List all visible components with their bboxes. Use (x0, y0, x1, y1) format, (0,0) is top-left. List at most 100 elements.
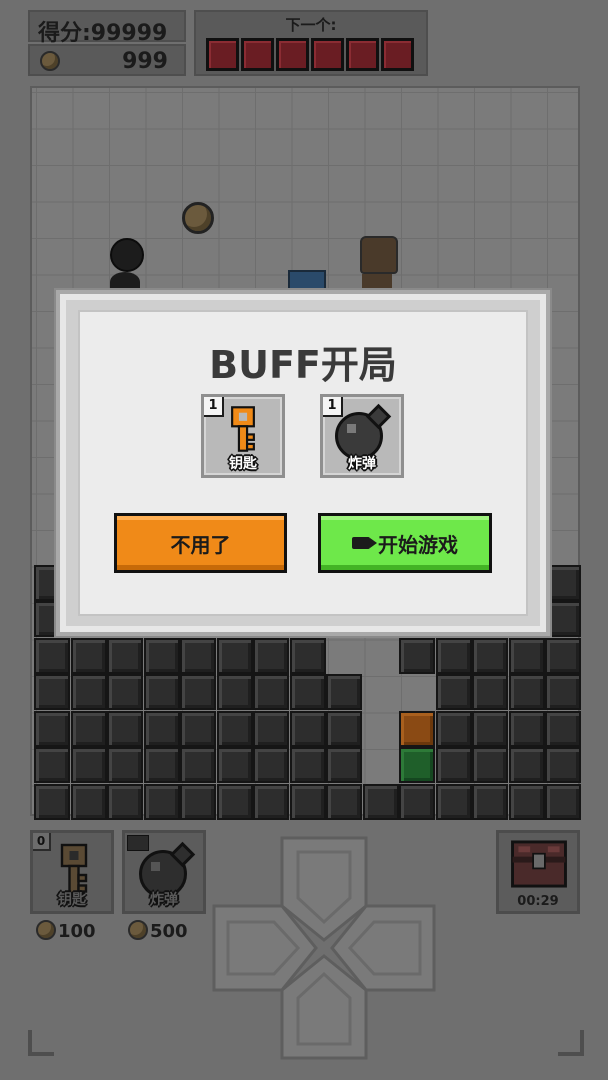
board-block (545, 564, 581, 601)
tool-price-bomb: 500 (128, 920, 188, 942)
frame-corner (558, 1030, 584, 1056)
blue-block (288, 270, 326, 292)
buff-name: 钥匙 (229, 456, 257, 472)
board-block (253, 783, 289, 820)
next-piece-block (241, 38, 274, 71)
board-block (143, 783, 180, 820)
skip-button[interactable]: 不用了 (114, 513, 287, 573)
board-block (508, 747, 545, 783)
board-block (180, 747, 216, 783)
board-block (545, 747, 581, 783)
board-block (216, 747, 253, 783)
buff-count: 1 (323, 397, 343, 417)
board-block (545, 674, 581, 710)
board-block (216, 783, 253, 820)
board-block (472, 710, 508, 747)
board-block (216, 637, 253, 674)
coin-panel: 999 (28, 44, 186, 76)
board-block (107, 783, 143, 820)
board-block (253, 637, 289, 674)
board-block (70, 747, 107, 783)
board-block (180, 783, 216, 820)
tool-slot-key[interactable]: 0 钥匙 (30, 830, 114, 914)
board-block (180, 674, 216, 710)
board-block (107, 710, 143, 747)
board-block (143, 747, 180, 783)
game-screen: 得分:99999 999 下一个: 0 钥匙 100 炸弹 500 00:29 … (0, 0, 608, 1080)
coin-icon (128, 920, 148, 940)
next-piece-label: 下一个: (285, 16, 337, 34)
coin-icon (182, 202, 214, 234)
treasure-chest-icon (511, 840, 567, 888)
board-block (326, 783, 362, 820)
board-block (34, 747, 70, 783)
board-block (34, 637, 70, 674)
next-piece-block (206, 38, 239, 71)
board-block (216, 710, 253, 747)
board-block (326, 674, 362, 710)
direction-pad (212, 836, 436, 1060)
bomb-icon (110, 272, 140, 292)
buff-start-dialog: BUFF开局 (56, 290, 550, 636)
next-piece-block (276, 38, 309, 71)
coin-count: 999 (122, 49, 168, 74)
board-block (472, 674, 508, 710)
board-block (34, 710, 70, 747)
board-block (326, 710, 362, 747)
board-block (472, 637, 508, 674)
board-block (399, 637, 435, 674)
next-piece-preview (206, 38, 414, 71)
board-block (70, 783, 107, 820)
board-block (508, 783, 545, 820)
video-ad-icon (352, 537, 377, 549)
board-block (545, 710, 581, 747)
start-game-button-label: 开始游戏 (378, 532, 458, 557)
board-block (107, 747, 143, 783)
board-block (435, 710, 472, 747)
skip-button-label: 不用了 (170, 532, 231, 557)
board-block (107, 674, 143, 710)
board-block (435, 783, 472, 820)
board-block (508, 637, 545, 674)
board-block (70, 637, 107, 674)
tool-name: 钥匙 (58, 892, 86, 908)
board-block (472, 747, 508, 783)
board-block (399, 710, 435, 747)
treasure-chest-button[interactable]: 00:29 (496, 830, 580, 914)
board-block (34, 674, 70, 710)
board-block (472, 783, 508, 820)
board-block (399, 747, 435, 783)
frame-corner (28, 1030, 54, 1056)
board-block (289, 783, 326, 820)
chest-timer: 00:29 (517, 894, 559, 909)
board-block (435, 637, 472, 674)
board-block (107, 637, 143, 674)
coin-icon (40, 51, 60, 71)
buff-name: 炸弹 (348, 456, 376, 472)
buff-count: 1 (204, 397, 224, 417)
board-block (435, 747, 472, 783)
key-icon (231, 406, 255, 452)
start-game-button[interactable]: 开始游戏 (318, 513, 492, 573)
board-block (399, 783, 435, 820)
board-block (545, 601, 581, 637)
board-block (289, 674, 326, 710)
dialog-title: BUFF开局 (209, 343, 397, 387)
next-piece-block (311, 38, 344, 71)
buff-item-bomb: 1 炸弹 (320, 394, 404, 478)
board-block (143, 637, 180, 674)
dog-icon (360, 236, 398, 274)
board-block (289, 637, 326, 674)
board-block (216, 674, 253, 710)
board-block (545, 637, 581, 674)
board-block (362, 783, 399, 820)
board-block (253, 674, 289, 710)
dog-icon (362, 274, 392, 288)
board-block (253, 710, 289, 747)
tool-price-key: 100 (36, 920, 96, 942)
buff-item-key: 1 钥匙 (201, 394, 285, 478)
tool-slot-bomb[interactable]: 炸弹 (122, 830, 206, 914)
board-block (253, 747, 289, 783)
board-block (70, 710, 107, 747)
board-block (180, 710, 216, 747)
